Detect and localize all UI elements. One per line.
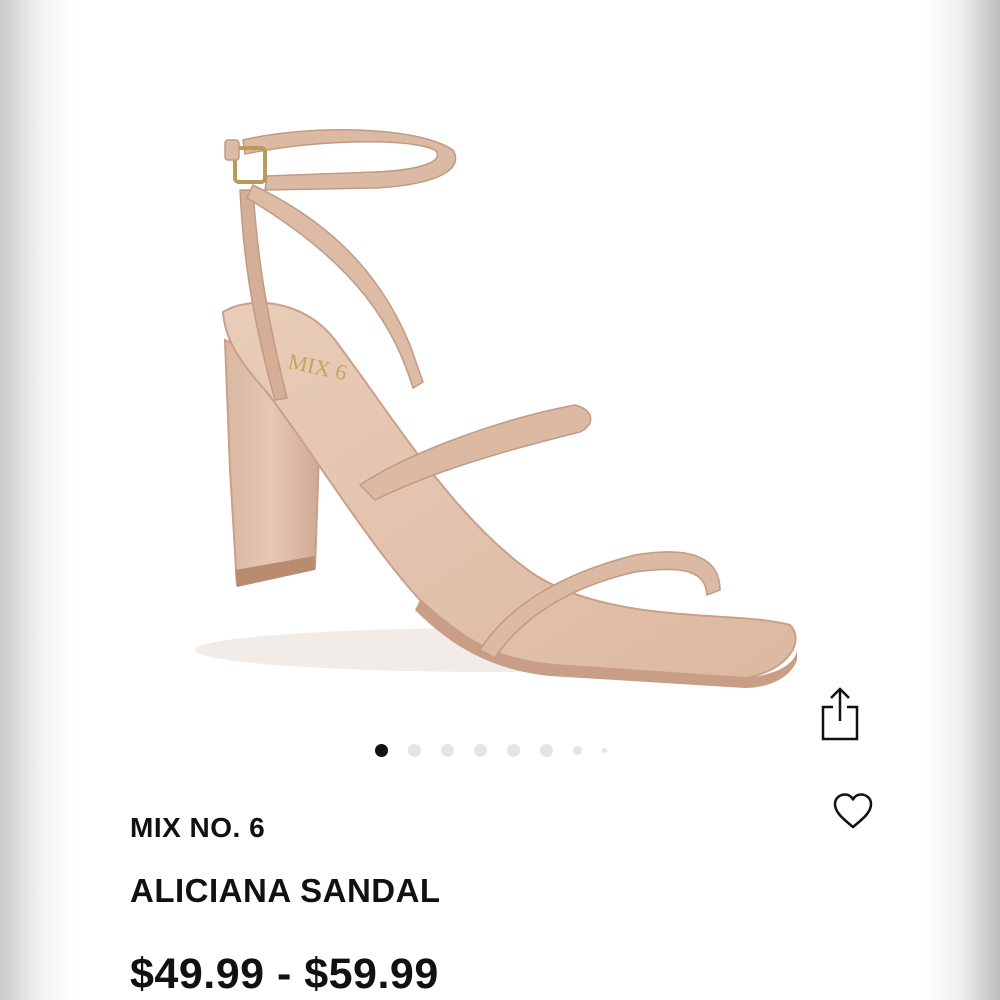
carousel-dot-2[interactable]: [408, 743, 421, 757]
product-name: ALICIANA SANDAL: [130, 872, 441, 909]
carousel-dot-6[interactable]: [540, 743, 553, 757]
favorite-button[interactable]: [830, 790, 876, 832]
share-icon: [821, 687, 859, 741]
share-button[interactable]: [815, 683, 865, 743]
carousel-dot-1[interactable]: [375, 743, 388, 757]
product-image[interactable]: MIX 6: [75, 0, 925, 740]
carousel-dot-7[interactable]: [573, 745, 582, 755]
sandal-illustration: MIX 6: [195, 129, 797, 688]
carousel-dot-8[interactable]: [602, 747, 607, 753]
carousel-dot-4[interactable]: [474, 743, 487, 757]
product-brand[interactable]: MIX NO. 6: [130, 812, 265, 844]
product-detail-screen: MIX 6 MIX NO. 6 ALICIANA SANDAL $49.99 -…: [75, 0, 925, 1000]
carousel-dot-5[interactable]: [507, 743, 520, 757]
carousel-dot-3[interactable]: [441, 743, 454, 757]
heart-icon: [833, 793, 873, 829]
image-carousel-dots: [375, 742, 607, 758]
product-price: $49.99 - $59.99: [130, 950, 439, 998]
